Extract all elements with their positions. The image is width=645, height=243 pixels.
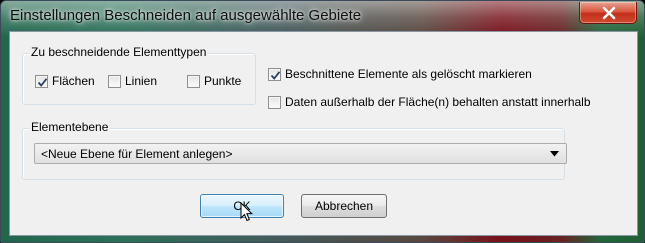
- checkbox-linien-label: Linien: [125, 74, 158, 88]
- element-layer-select[interactable]: <Neue Ebene für Element anlegen>: [34, 143, 567, 164]
- close-button[interactable]: [579, 2, 637, 24]
- checkbox-flaechen[interactable]: Flächen: [35, 74, 95, 88]
- mouse-pointer-icon: [240, 202, 253, 222]
- window-title: Einstellungen Beschneiden auf ausgewählt…: [10, 7, 362, 24]
- element-layer-group-label: Elementebene: [29, 120, 111, 134]
- checkmark-icon: [270, 70, 281, 80]
- checkbox-punkte-label: Punkte: [204, 74, 242, 88]
- element-types-group-label: Zu beschneidende Elementtypen: [29, 45, 209, 59]
- cancel-button-label: Abbrechen: [314, 199, 374, 213]
- checkbox-flaechen-box[interactable]: [35, 74, 48, 88]
- cancel-button[interactable]: Abbrechen: [301, 194, 387, 218]
- checkbox-keep-outside-box[interactable]: [268, 95, 281, 109]
- checkbox-linien[interactable]: Linien: [108, 74, 157, 88]
- checkbox-punkte-box[interactable]: [187, 74, 200, 88]
- checkbox-mark-deleted-label: Beschnittene Elemente als gelöscht marki…: [285, 67, 532, 81]
- close-x-icon: [602, 6, 616, 20]
- title-bar[interactable]: Einstellungen Beschneiden auf ausgewählt…: [1, 1, 644, 31]
- checkbox-mark-deleted[interactable]: Beschnittene Elemente als gelöscht marki…: [268, 67, 532, 81]
- checkbox-keep-outside[interactable]: Daten außerhalb der Fläche(n) behalten a…: [268, 95, 591, 109]
- checkbox-flaechen-label: Flächen: [52, 74, 95, 88]
- dialog-window: Einstellungen Beschneiden auf ausgewählt…: [0, 0, 645, 243]
- dropdown-arrow-icon: [550, 151, 559, 157]
- checkbox-linien-box[interactable]: [108, 74, 121, 88]
- element-layer-selected-value: <Neue Ebene für Element anlegen>: [41, 147, 233, 161]
- checkmark-icon: [37, 77, 48, 87]
- checkbox-keep-outside-label: Daten außerhalb der Fläche(n) behalten a…: [285, 95, 591, 109]
- element-types-group: Zu beschneidende Elementtypen Flächen Li…: [22, 45, 256, 105]
- checkbox-punkte[interactable]: Punkte: [187, 74, 241, 88]
- checkbox-mark-deleted-box[interactable]: [268, 67, 281, 81]
- dialog-client-area: Zu beschneidende Elementtypen Flächen Li…: [9, 31, 638, 236]
